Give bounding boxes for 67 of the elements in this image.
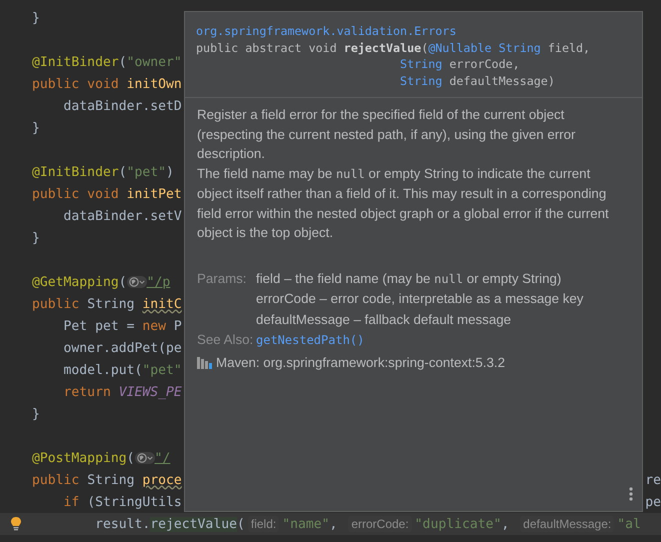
description-paragraph: Register a field error for the specified field of the current object (respecting the current nested path, if any), using the given error description. [197,106,576,163]
method-name: initOwn [126,76,182,92]
keyword-text: public [32,296,80,312]
method-name: proce [142,472,182,488]
code-text: , [330,516,338,532]
annotation-text: @InitBinder [32,164,119,180]
code-text: owner.addPet(pe [62,340,182,356]
method-name: initPet [126,186,182,202]
library-name: Maven: org.springframework:spring-context:5.3.2 [216,354,505,370]
string-literal: "owner" [126,54,182,70]
param-description: field – the field name (may be null or empty String) [256,270,562,288]
keyword-text: if [62,494,80,510]
method-signature-line: public abstract void rejectValue(@Nullable String field, [196,40,592,56]
code-text: pe [645,494,661,510]
param-description: defaultMessage – fallback default message [256,310,512,329]
keyword-text: public void [32,76,120,92]
code-text: } [32,10,40,26]
string-literal: "name" [282,516,330,532]
method-call: rejectValue [150,516,237,532]
string-literal: "duplicate" [414,516,502,532]
code-text: ( [118,274,127,290]
method-name: initC [142,296,182,312]
annotation-text: @PostMapping [32,450,127,466]
globe-icon[interactable] [134,452,154,464]
code-text: (StringUtils [87,494,182,510]
string-literal: "al [617,516,641,532]
code-text: , [501,516,510,532]
code-text: } [32,230,40,246]
keyword-text: new [142,318,168,334]
code-text: ( [236,516,245,532]
code-text: model.put( [62,362,142,378]
code-text: } [32,120,40,136]
code-text: String [87,472,136,488]
code-text: ( [118,54,127,70]
url-literal: "/ [154,450,170,466]
keyword-text: return [62,384,112,400]
annotation-text: @GetMapping [32,274,119,290]
library-icon [197,356,212,368]
constant-name: VIEWS_PE [118,384,182,400]
method-signature-line: String errorCode, [399,56,521,72]
code-text: result. [94,516,150,532]
params-label: Params: [197,270,248,288]
code-text: dataBinder.setV [62,208,182,224]
code-text: dataBinder.setD [62,98,182,114]
class-name: org.springframework.validation.Errors [196,23,458,40]
see-also-label: See Also: [197,331,254,349]
code-text: Pet pet = [62,318,136,334]
code-text: ( [126,450,134,466]
string-literal: "pet" [142,362,182,378]
string-literal: "pet" [126,164,166,180]
code-text: } [32,406,40,422]
code-text: String [87,296,136,312]
description-paragraph: The field name may be null or empty String to indicate the current object itself rather than a field of it. This may result in a corresponding field error within the nested object graph or a global error if the current object is the top object. [197,164,610,242]
keyword-text: public void [32,186,120,202]
keyword-text: public [32,472,80,488]
code-text: P [174,318,182,334]
code-text: ( [118,164,127,180]
more-options-icon[interactable] [629,487,633,501]
code-text: ) [166,164,174,180]
annotation-text: @InitBinder [32,54,119,70]
globe-icon[interactable] [126,276,147,288]
code-text: re [645,472,661,488]
url-literal: "/p [146,274,170,290]
lightbulb-icon[interactable] [10,516,22,532]
param-description: errorCode – error code, interpretable as a message key [256,290,584,308]
method-signature-line: String defaultMessage) [399,72,556,89]
see-also-link[interactable]: getNestedPath() [256,330,364,350]
